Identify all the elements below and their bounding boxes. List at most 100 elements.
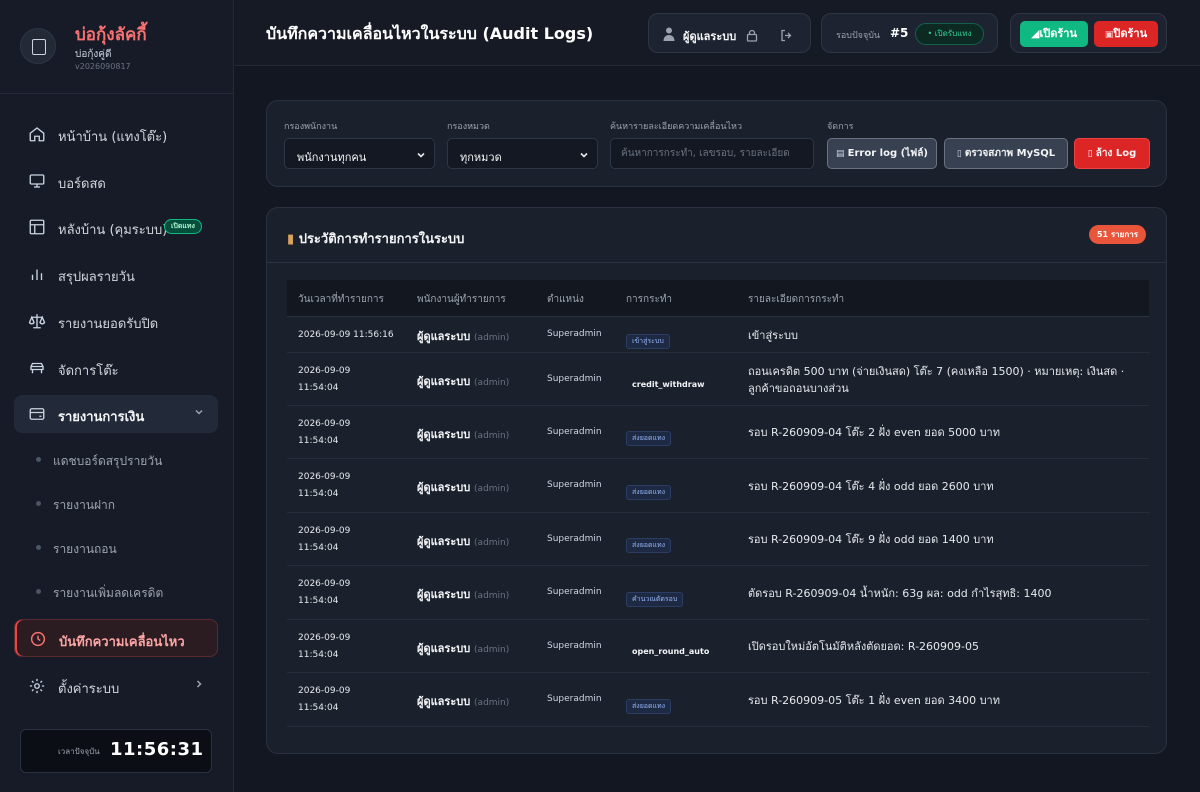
action-badge: open_round_auto	[632, 647, 710, 656]
cell-time-of-day: 11:54:04	[298, 382, 339, 393]
close-shop-icon: ▣	[1104, 30, 1114, 40]
nav-item-home[interactable]: หน้าบ้าน (แทงโต๊ะ)	[14, 115, 218, 153]
username: (admin)	[474, 484, 510, 494]
open-shop-button[interactable]: ◢เปิดร้าน	[1020, 21, 1088, 47]
user-display-name: ผู้ดูแลระบบ	[417, 534, 471, 548]
nav-item-audit-logs[interactable]: บันทึกความเคลื่อนไหว	[14, 619, 218, 657]
record-count-badge: 51 รายการ	[1088, 225, 1146, 244]
gear-icon	[28, 677, 46, 695]
cell-role: Superadmin	[547, 533, 602, 544]
error-log-button[interactable]: ▤ Error log (ไฟล์)	[827, 138, 937, 169]
username: (admin)	[474, 644, 510, 655]
bar-chart-icon	[28, 265, 46, 283]
cell-role: Superadmin	[547, 694, 602, 704]
cell-datetime: 2026-09-09 11:54:04	[298, 469, 350, 503]
clear-log-button[interactable]: ▯ ล้าง Log	[1074, 138, 1150, 169]
cell-detail: ถอนเครดิต 500 บาท (จ่ายเงินสด) โต๊ะ 7 (ค…	[748, 364, 1125, 395]
cell-datetime: 2026-09-09 11:54:04	[298, 523, 350, 557]
cell-datetime: 2026-09-09 11:54:04	[298, 683, 350, 717]
username: (admin)	[474, 537, 510, 548]
staff-filter-value: พนักงานทุกคน	[297, 151, 367, 164]
nav-item-backoffice[interactable]: หลังบ้าน (คุมระบบ) เปิดแทง	[14, 208, 218, 246]
cell-datetime: 2026-09-09 11:54:04	[298, 363, 350, 397]
cell-detail: รอบ R-260909-04 โต๊ะ 4 ฝั่ง odd ยอด 2600…	[748, 479, 994, 493]
column-header: ตำแหน่ง	[547, 294, 584, 305]
user-display-name: ผู้ดูแลระบบ	[417, 481, 471, 494]
mysql-check-button[interactable]: ▯ ตรวจสภาพ MySQL	[944, 138, 1068, 169]
action-badge: ส่งยอดแทง	[626, 698, 672, 714]
action-badge: คำนวณตัดรอบ	[626, 591, 684, 607]
table-row: 2026-09-09 11:54:04 ผู้ดูแลระบบ (admin) Sup…	[287, 566, 1149, 620]
brand-version: v2026090817	[75, 62, 131, 71]
nav-item-settings[interactable]: ตั้งค่าระบบ	[14, 667, 218, 705]
round-number: #5	[890, 26, 909, 40]
nav-subitem-label: รายงานฝาก	[53, 498, 116, 512]
table-row: 2026-09-09 11:54:04 ผู้ดูแลระบบ (admin) Sup…	[287, 353, 1149, 406]
cell-time-of-day: 11:54:04	[298, 596, 339, 606]
user-icon	[663, 26, 675, 41]
logout-icon[interactable]	[780, 27, 793, 42]
status-badge: เปิดแทง	[164, 219, 202, 234]
nav-item-finance-report[interactable]: รายงานการเงิน	[14, 395, 218, 433]
user-display-name: ผู้ดูแลระบบ	[417, 641, 471, 655]
round-label: รอบปัจจุบัน	[836, 31, 881, 41]
action-badge: ส่งยอดแทง	[626, 538, 672, 553]
user-display-name: ผู้ดูแลระบบ	[417, 588, 471, 601]
cell-role: Superadmin	[547, 640, 602, 651]
current-round-chip: รอบปัจจุบัน #5 • เปิดรับแทง	[821, 13, 998, 53]
bullet-dot	[36, 589, 41, 594]
file-icon: ▤	[836, 149, 848, 159]
category-filter-label: กรองหมวด	[447, 122, 490, 132]
staff-filter-select[interactable]: พนักงานทุกคน	[284, 138, 435, 169]
action-badge: credit_withdraw	[632, 380, 705, 389]
cell-detail: รอบ R-260909-04 โต๊ะ 2 ฝั่ง even ยอด 500…	[748, 426, 1000, 439]
cell-detail: รอบ R-260909-05 โต๊ะ 1 ฝั่ง even ยอด 340…	[748, 693, 1000, 707]
cell-user: ผู้ดูแลระบบ (admin)	[417, 639, 509, 657]
wallet-icon	[28, 405, 46, 423]
action-badge: ส่งยอดแทง	[626, 431, 672, 446]
cell-detail: เข้าสู่ระบบ	[748, 328, 798, 342]
layout-icon	[28, 218, 46, 236]
nav-item-label: สรุปผลรายวัน	[58, 270, 135, 285]
user-display-name: ผู้ดูแลระบบ	[417, 427, 471, 441]
cell-action: เข้าสู่ระบบ	[626, 328, 670, 349]
cell-detail: ตัดรอบ R-260909-04 น้ำหนัก: 63g ผล: odd …	[748, 586, 1052, 600]
nav-item-label: บันทึกความเคลื่อนไหว	[59, 635, 185, 650]
cell-date: 2026-09-09	[298, 365, 351, 376]
cell-role: Superadmin	[547, 373, 602, 384]
close-shop-button[interactable]: ▣ปิดร้าน	[1094, 21, 1158, 47]
chevron-down-icon	[194, 407, 204, 417]
cell-detail: รอบ R-260909-04 โต๊ะ 9 ฝั่ง odd ยอด 1400…	[748, 533, 994, 546]
cell-datetime: 2026-09-09 11:54:04	[298, 416, 350, 450]
cell-action: ส่งยอดแทง	[626, 532, 672, 553]
table-row: 2026-09-09 11:54:04 ผู้ดูแลระบบ (admin) Sup…	[287, 513, 1149, 566]
cell-time-of-day: 11:54:04	[298, 489, 339, 499]
username: (admin)	[474, 430, 510, 441]
table-icon	[28, 359, 46, 377]
chevron-down-icon	[579, 150, 589, 160]
database-icon: ▯	[956, 149, 965, 159]
user-display-name: ผู้ดูแลระบบ	[417, 695, 471, 708]
column-header: พนักงานผู้ทำรายการ	[417, 294, 506, 305]
cell-action: credit_withdraw	[626, 372, 705, 389]
brand-name: บ่อกุ้งลัคกี้	[75, 25, 147, 45]
current-time-widget: เวลาปัจจุบัน 11:56:31	[20, 729, 212, 773]
cell-action: ส่งยอดแทง	[626, 425, 672, 446]
shop-control: ◢เปิดร้าน ▣ปิดร้าน	[1010, 13, 1167, 53]
trash-icon: ▯	[1087, 149, 1096, 159]
category-filter-value: ทุกหมวด	[460, 151, 502, 164]
cell-datetime: 2026-09-09 11:54:04	[298, 630, 350, 664]
nav-item-live-board[interactable]: บอร์ดสด	[14, 162, 218, 200]
filter-card: กรองพนักงาน พนักงานทุกคน กรองหมวด ทุกหมว…	[266, 100, 1167, 187]
username: (admin)	[474, 333, 510, 343]
cell-date: 2026-09-09	[298, 472, 351, 482]
search-input[interactable]	[610, 138, 814, 169]
lock-icon[interactable]	[746, 27, 758, 42]
nav-item-manage-tables[interactable]: จัดการโต๊ะ	[14, 349, 218, 387]
monitor-icon	[28, 172, 46, 190]
chevron-down-icon	[416, 150, 426, 160]
nav-item-daily-summary[interactable]: สรุปผลรายวัน	[14, 255, 218, 293]
cell-role: Superadmin	[547, 329, 602, 339]
nav-item-close-report[interactable]: รายงานยอดรับปิด	[14, 302, 218, 340]
category-filter-select[interactable]: ทุกหมวด	[447, 138, 598, 169]
